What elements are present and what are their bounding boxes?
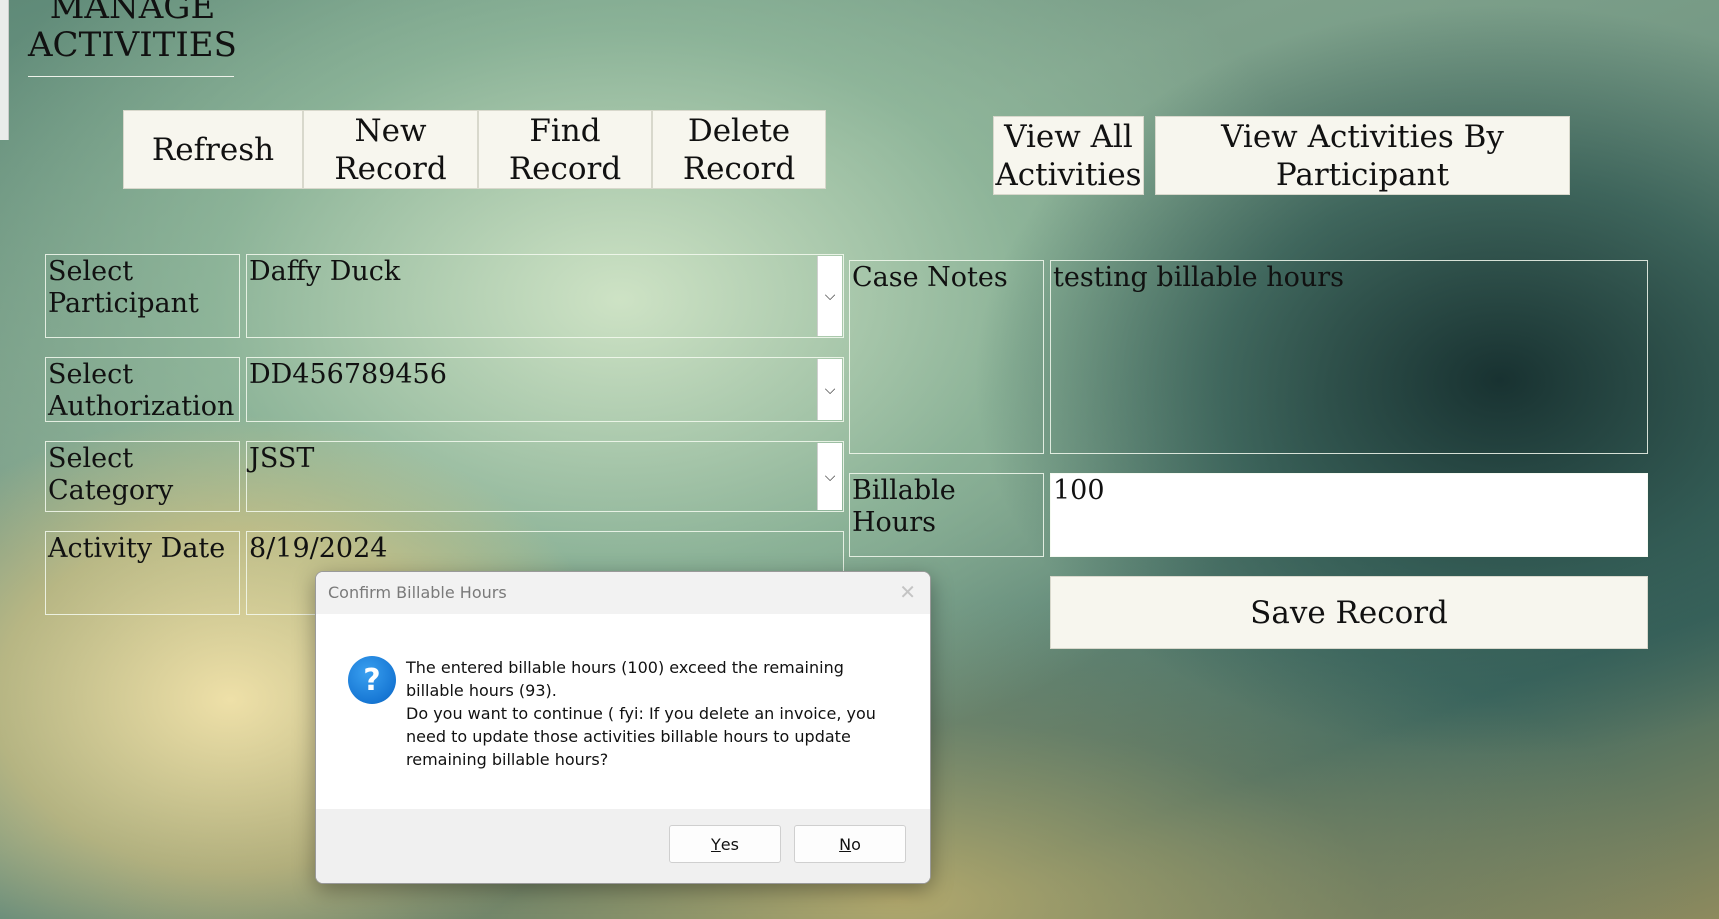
activity-date-label: Activity Date: [45, 531, 240, 615]
no-button[interactable]: No: [794, 825, 906, 863]
page-title-line1: MANAGE: [49, 0, 216, 27]
view-all-label-1: View All: [1004, 118, 1133, 155]
participant-label: Select Participant: [45, 254, 240, 338]
close-icon[interactable]: ✕: [899, 580, 916, 604]
category-label: Select Category: [45, 441, 240, 512]
activity-date-value: 8/19/2024: [249, 533, 388, 564]
save-record-label: Save Record: [1250, 594, 1448, 631]
refresh-button[interactable]: Refresh: [123, 110, 303, 189]
chevron-down-icon[interactable]: ⌵: [817, 359, 842, 420]
title-underline: [28, 76, 234, 77]
case-notes-label-text: Case Notes: [852, 262, 1008, 293]
dialog-titlebar: Confirm Billable Hours ✕: [316, 572, 930, 614]
find-record-label-1: Find: [529, 112, 601, 149]
dialog-message-line1: The entered billable hours (100) exceed …: [406, 658, 844, 700]
case-notes-textarea[interactable]: testing billable hours: [1050, 260, 1648, 454]
page-title: MANAGE ACTIVITIES: [28, 0, 237, 64]
authorization-label-line1: Select: [48, 359, 134, 390]
view-by-participant-label-2: Participant: [1275, 156, 1450, 193]
yes-button-rest: es: [720, 834, 739, 854]
view-all-activities-button[interactable]: View All Activities: [993, 116, 1144, 195]
billable-hours-input[interactable]: 100: [1050, 473, 1648, 557]
case-notes-value: testing billable hours: [1053, 262, 1344, 293]
refresh-button-label: Refresh: [151, 131, 275, 168]
dialog-title: Confirm Billable Hours: [328, 583, 507, 602]
chevron-down-icon[interactable]: ⌵: [817, 256, 842, 336]
authorization-label-line2: Authorization: [48, 391, 235, 422]
delete-record-label-1: Delete: [687, 112, 791, 149]
new-record-label-1: New: [354, 112, 427, 149]
dialog-message-line2: Do you want to continue ( fyi: If you de…: [406, 704, 876, 769]
participant-select[interactable]: Daffy Duck ⌵: [246, 254, 844, 338]
dialog-message: The entered billable hours (100) exceed …: [406, 656, 906, 771]
billable-hours-label-text: Billable Hours: [852, 475, 956, 538]
category-select[interactable]: JSST ⌵: [246, 441, 844, 512]
question-icon: ?: [348, 656, 396, 704]
authorization-label: Select Authorization: [45, 357, 240, 422]
yes-button-mnemonic: Y: [711, 834, 721, 854]
dialog-footer: Yes No: [316, 809, 930, 883]
category-label-line2: Category: [48, 475, 174, 506]
category-label-line1: Select: [48, 443, 134, 474]
delete-record-label-2: Record: [682, 150, 796, 187]
authorization-select-value: DD456789456: [249, 359, 447, 390]
delete-record-button[interactable]: Delete Record: [652, 110, 826, 189]
view-activities-by-participant-button[interactable]: View Activities By Participant: [1155, 116, 1570, 195]
case-notes-label: Case Notes: [849, 260, 1044, 454]
save-record-button[interactable]: Save Record: [1050, 576, 1648, 649]
find-record-label-2: Record: [508, 150, 622, 187]
participant-select-value: Daffy Duck: [249, 256, 401, 287]
participant-label-line2: Participant: [48, 288, 199, 319]
yes-button[interactable]: Yes: [669, 825, 781, 863]
page-title-line2: ACTIVITIES: [28, 25, 237, 65]
view-all-label-2: Activities: [995, 156, 1142, 193]
new-record-label-2: Record: [334, 150, 447, 187]
category-select-value: JSST: [249, 443, 315, 474]
activity-date-label-text: Activity Date: [48, 533, 226, 564]
participant-label-line1: Select: [48, 256, 134, 287]
find-record-button[interactable]: Find Record: [478, 110, 652, 189]
billable-hours-label: Billable Hours: [849, 473, 1044, 557]
confirm-billable-hours-dialog: Confirm Billable Hours ✕ ? The entered b…: [315, 571, 931, 884]
authorization-select[interactable]: DD456789456 ⌵: [246, 357, 844, 422]
no-button-rest: o: [851, 834, 861, 854]
billable-hours-value: 100: [1053, 475, 1105, 506]
view-by-participant-label-1: View Activities By: [1221, 118, 1504, 155]
window-scroll-edge: [0, 0, 9, 140]
no-button-mnemonic: N: [839, 834, 852, 854]
new-record-button[interactable]: New Record: [303, 110, 478, 189]
chevron-down-icon[interactable]: ⌵: [817, 443, 842, 510]
